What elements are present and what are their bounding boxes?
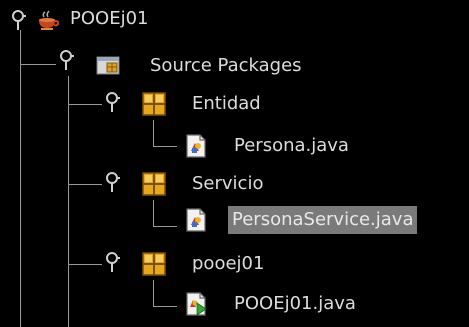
tree-guide-line (68, 104, 102, 105)
expand-toggle-icon[interactable] (104, 250, 120, 274)
package-icon (142, 252, 166, 276)
tree-node-label: Servicio (192, 173, 264, 194)
package-icon (142, 172, 166, 196)
expand-toggle-icon[interactable] (10, 8, 26, 32)
tree-guide-line (20, 64, 56, 65)
tree-node-label: Persona.java (234, 135, 349, 156)
expand-toggle-icon[interactable] (58, 48, 74, 72)
package-icon (142, 92, 166, 116)
tree-node-label: Source Packages (150, 55, 302, 76)
expand-toggle-icon[interactable] (104, 90, 120, 114)
tree-guide-line (68, 184, 102, 185)
tree-guide-line (68, 264, 102, 265)
tree-node-label: POOEj01.java (234, 293, 356, 314)
tree-guide-line (68, 76, 69, 327)
tree-guide-line (153, 306, 177, 307)
tree-guide-line (153, 280, 154, 306)
tree-guide-line (153, 200, 154, 226)
expand-toggle-icon[interactable] (104, 170, 120, 194)
tree-guide-line (20, 30, 21, 327)
java-class-icon (186, 208, 206, 232)
tree-node-label: pooej01 (192, 253, 265, 274)
tree-guide-line (153, 146, 177, 147)
java-main-class-icon (186, 292, 207, 316)
java-project-icon (39, 10, 60, 30)
tree-node-label: POOEj01 (70, 8, 149, 29)
source-packages-icon (96, 56, 120, 75)
tree-node-label-selected: PersonaService.java (228, 206, 418, 234)
java-class-icon (186, 134, 206, 158)
tree-guide-line (153, 226, 177, 227)
tree-guide-line (153, 120, 154, 146)
project-tree: POOEj01 Source Packages Entidad Persona.… (0, 0, 469, 327)
tree-node-label: Entidad (192, 93, 261, 114)
